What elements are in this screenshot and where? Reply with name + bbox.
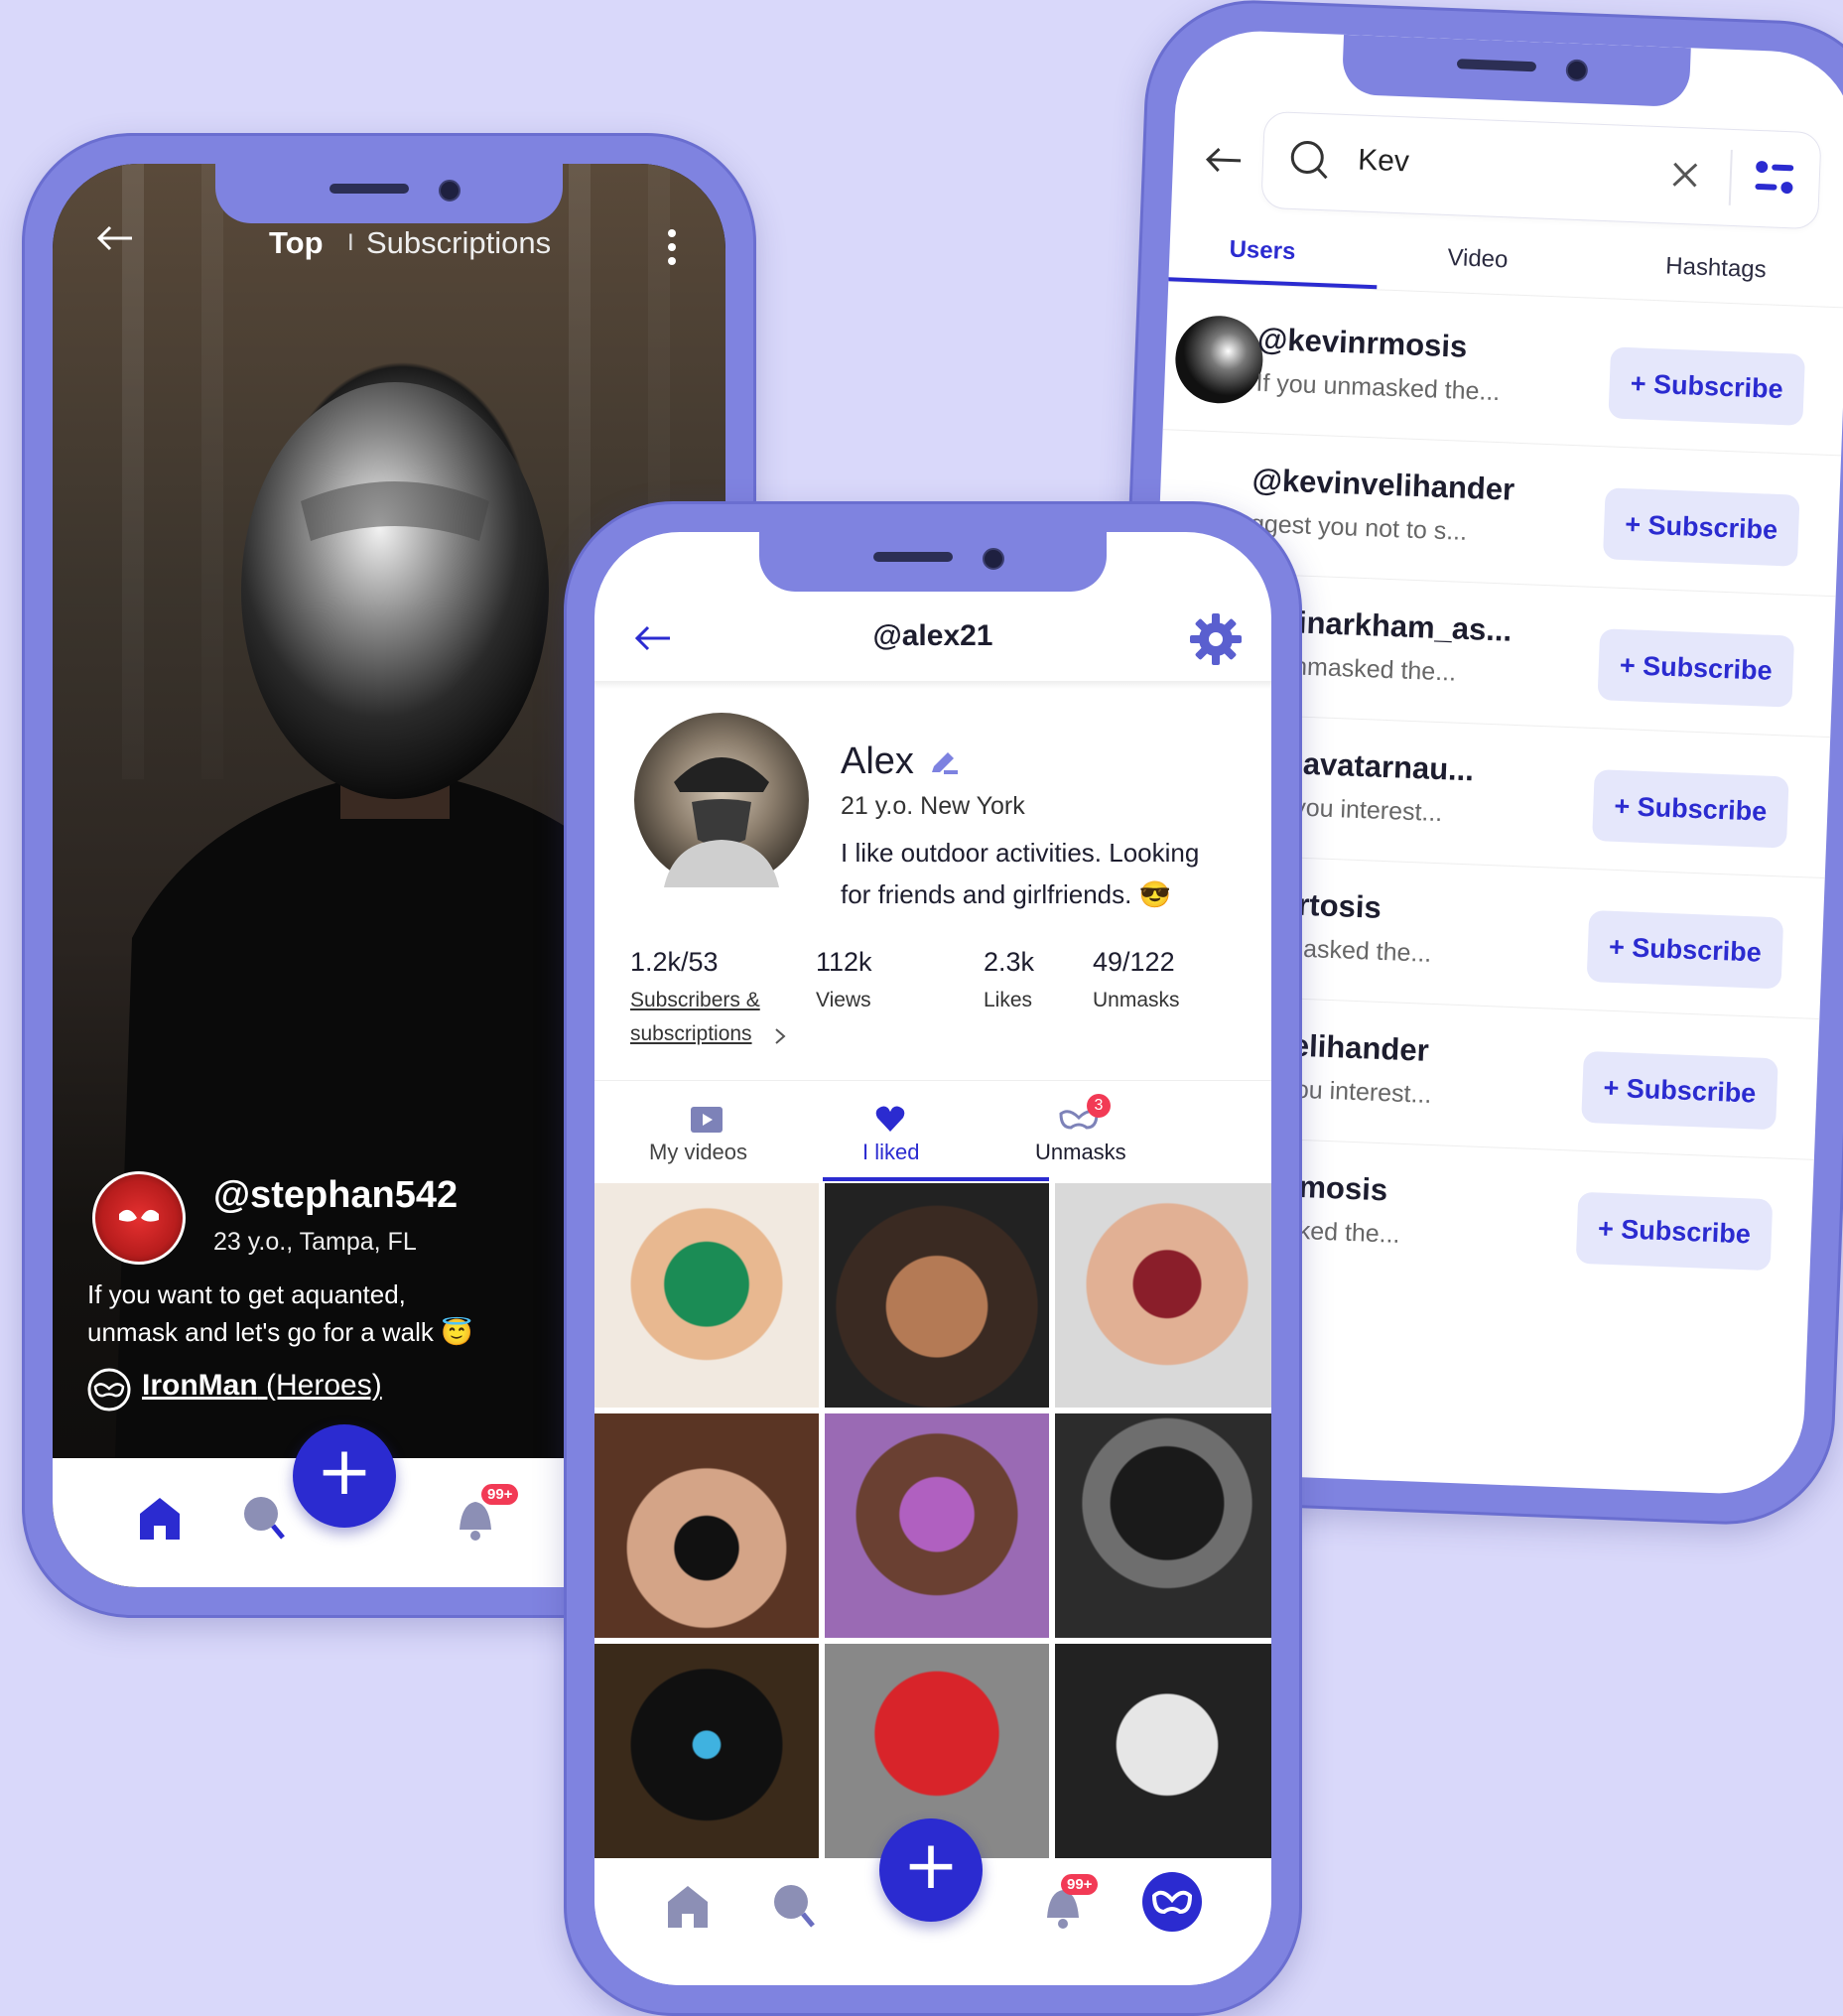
active-tab-indicator	[1168, 277, 1378, 290]
video-thumbnail[interactable]	[1055, 1413, 1271, 1638]
bio-line-1: I like outdoor activities. Looking	[841, 838, 1200, 868]
profile-tab-button[interactable]	[1142, 1872, 1202, 1932]
notification-badge: 99+	[481, 1484, 519, 1505]
edit-icon[interactable]	[928, 746, 960, 778]
video-thumbnail[interactable]	[825, 1183, 1049, 1408]
bio-line-1: If you want to get aquanted,	[87, 1279, 406, 1309]
stat-subscriptions-label[interactable]: subscriptions	[630, 1022, 752, 1046]
tab-users[interactable]: Users	[1229, 236, 1296, 267]
tab-top[interactable]: Top	[269, 225, 324, 261]
user-handle: @kevinrmosis	[1256, 321, 1468, 364]
avatar[interactable]	[634, 713, 809, 887]
back-arrow-icon[interactable]	[94, 223, 134, 253]
mask-link[interactable]: IronMan (Heroes)	[142, 1369, 382, 1403]
stat-views-value: 112k	[816, 947, 872, 977]
user-bio: ggest you not to s...	[1250, 509, 1468, 546]
video-thumbnail[interactable]	[1055, 1644, 1271, 1868]
search-input[interactable]: Kev	[1358, 143, 1410, 179]
profile-meta: 21 y.o. New York	[841, 792, 1025, 820]
bio-line-2: unmask and let's go for a walk 😇	[87, 1317, 473, 1347]
clear-icon[interactable]	[1669, 160, 1700, 191]
tab-hashtags[interactable]: Hashtags	[1665, 252, 1767, 284]
tab-separator: I	[347, 229, 354, 256]
notch	[215, 164, 563, 223]
mask-name: IronMan	[142, 1369, 258, 1402]
profile-name: Alex	[841, 740, 914, 782]
gear-icon[interactable]	[1188, 611, 1244, 667]
tab-video[interactable]: Video	[1447, 244, 1509, 274]
home-icon[interactable]	[136, 1494, 184, 1542]
video-thumbnail[interactable]	[594, 1644, 819, 1868]
more-icon[interactable]	[666, 227, 678, 267]
username[interactable]: @stephan542	[213, 1174, 458, 1217]
notification-badge: 99+	[1061, 1874, 1099, 1895]
active-tab-indicator	[823, 1177, 1049, 1181]
add-video-button[interactable]: +	[879, 1818, 983, 1922]
page-title: @alex21	[872, 619, 993, 652]
list-item[interactable]: @kevinrmosis If you unmasked the... + Su…	[1162, 288, 1843, 457]
video-thumbnail[interactable]	[594, 1183, 819, 1408]
search-icon[interactable]	[241, 1494, 289, 1542]
video-thumbnail[interactable]	[1055, 1183, 1271, 1408]
mask-category: (Heroes)	[266, 1369, 382, 1402]
search-bar: Kev	[1260, 110, 1822, 230]
subscribe-button[interactable]: + Subscribe	[1575, 1191, 1774, 1272]
bio-line-2: for friends and girlfriends. 😎	[841, 879, 1171, 909]
tab-my-videos[interactable]: My videos	[649, 1140, 747, 1165]
tab-subscriptions[interactable]: Subscriptions	[366, 225, 551, 261]
profile-screen: @alex21 Alex 21 y.o. New York I like out…	[594, 532, 1271, 1985]
video-thumbnail[interactable]	[594, 1413, 819, 1638]
stat-subscribers-label[interactable]: Subscribers &	[630, 989, 760, 1012]
stat-unmasks-value: 49/122	[1093, 947, 1175, 977]
tab-unmasks[interactable]: Unmasks	[1035, 1140, 1126, 1165]
notch	[759, 532, 1107, 592]
tab-i-liked[interactable]: I liked	[862, 1140, 919, 1165]
stat-likes-value: 2.3k	[984, 947, 1035, 977]
user-bio: If you unmasked the...	[1254, 368, 1501, 407]
subscribe-button[interactable]: + Subscribe	[1602, 487, 1800, 567]
mask-logo-icon	[1151, 1890, 1193, 1915]
heart-icon	[875, 1106, 905, 1132]
subscribe-button[interactable]: + Subscribe	[1608, 346, 1806, 426]
video-thumbnail[interactable]	[825, 1413, 1049, 1638]
stat-unmasks-label: Unmasks	[1093, 989, 1180, 1011]
home-icon[interactable]	[664, 1882, 712, 1930]
add-video-button[interactable]: +	[293, 1424, 396, 1528]
search-icon	[1290, 140, 1328, 180]
back-arrow-icon[interactable]	[1203, 144, 1244, 176]
user-meta: 23 y.o., Tampa, FL	[213, 1228, 417, 1256]
subscribe-button[interactable]: + Subscribe	[1592, 769, 1789, 849]
search-icon[interactable]	[771, 1882, 819, 1930]
subscribe-button[interactable]: + Subscribe	[1597, 628, 1795, 708]
unmasks-badge: 3	[1087, 1094, 1111, 1118]
filter-icon[interactable]	[1753, 159, 1798, 201]
stat-subscribers-value: 1.2k/53	[630, 947, 719, 977]
stat-likes-label: Likes	[984, 989, 1033, 1011]
avatar[interactable]	[92, 1171, 186, 1265]
subscribe-button[interactable]: + Subscribe	[1586, 909, 1784, 990]
stat-views-label: Views	[816, 989, 871, 1011]
chevron-right-icon[interactable]	[773, 1026, 787, 1046]
subscribe-button[interactable]: + Subscribe	[1581, 1050, 1778, 1131]
notch	[1341, 34, 1691, 108]
video-icon	[691, 1107, 723, 1133]
avatar	[1173, 314, 1265, 405]
mask-icon	[87, 1368, 131, 1411]
profile-phone: @alex21 Alex 21 y.o. New York I like out…	[564, 501, 1302, 2016]
user-handle: @kevinvelihander	[1251, 462, 1515, 507]
